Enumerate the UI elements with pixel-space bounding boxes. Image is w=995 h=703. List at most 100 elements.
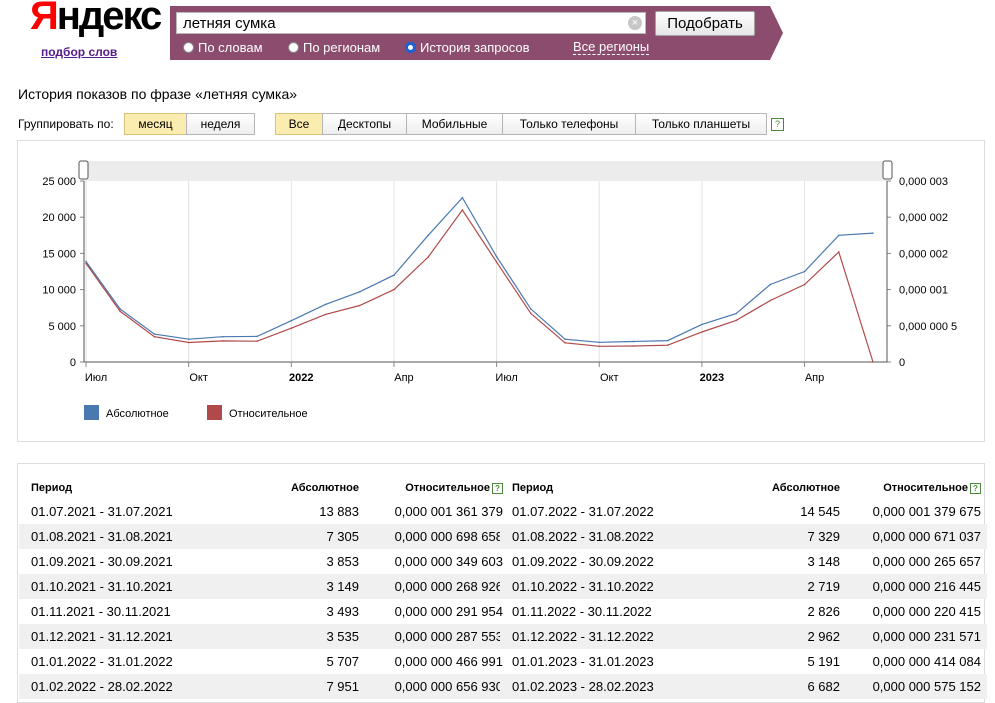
- radio-dot: [183, 42, 194, 53]
- cell-relative: 0,000 000 575 152: [872, 679, 981, 694]
- device-mobile-button[interactable]: Мобильные: [406, 113, 503, 135]
- data-point-relative: [461, 209, 464, 211]
- header-period[interactable]: Период: [500, 477, 710, 499]
- header-period[interactable]: Период: [19, 477, 229, 499]
- y-right-tick-label: 0,000 000 5: [899, 321, 957, 333]
- cell-absolute: 2 719: [807, 579, 840, 594]
- y-left-tick-label: 5 000: [48, 321, 76, 333]
- table-row: 01.02.2022 - 28.02.2022 7 951 0,000 000 65…: [19, 674, 509, 699]
- table-row: 01.07.2021 - 31.07.2021 13 883 0,000 001 3…: [19, 499, 509, 524]
- data-point-absolute: [222, 335, 224, 338]
- data-point-absolute: [598, 341, 601, 344]
- device-desktop-button[interactable]: Десктопы: [322, 113, 407, 135]
- x-tick-label: Июл: [495, 372, 517, 384]
- data-point-absolute: [393, 274, 395, 276]
- data-point-relative: [837, 251, 840, 253]
- data-point-relative: [187, 341, 190, 344]
- cell-relative: 0,000 000 231 571: [872, 629, 981, 644]
- yandex-logo[interactable]: Яндекс: [30, 0, 162, 38]
- data-point-relative: [666, 344, 669, 347]
- table-row: 01.02.2023 - 28.02.2023 6 682 0,000 000 57…: [500, 674, 987, 699]
- x-tick-label: Апр: [805, 372, 824, 384]
- group-week-button[interactable]: неделя: [186, 113, 255, 135]
- header-absolute[interactable]: Абсолютное: [710, 477, 840, 499]
- data-point-absolute: [872, 232, 874, 234]
- radio-dot-selected: [405, 42, 416, 53]
- cell-relative: 0,000 000 466 991: [394, 654, 503, 669]
- cell-relative: 0,000 000 656 930: [394, 679, 503, 694]
- range-navigator[interactable]: [84, 161, 887, 181]
- range-handle-right[interactable]: [882, 160, 893, 180]
- y-left-tick-label: 25 000: [42, 176, 76, 188]
- range-handle-left[interactable]: [78, 160, 89, 180]
- cell-period: 01.09.2022 - 30.09.2022: [512, 554, 654, 569]
- header-absolute[interactable]: Абсолютное: [229, 477, 359, 499]
- data-point-relative: [769, 299, 772, 302]
- header-relative[interactable]: Относительное?: [359, 477, 509, 499]
- data-point-absolute: [461, 196, 464, 199]
- radio-history[interactable]: История запросов: [405, 40, 530, 55]
- cell-relative: 0,000 000 265 657: [872, 554, 981, 569]
- y-right-tick-label: 0,000 002: [899, 212, 948, 224]
- data-point-absolute: [153, 333, 156, 335]
- table-row: 01.08.2022 - 31.08.2022 7 329 0,000 000 67…: [500, 524, 987, 549]
- table-row: 01.07.2022 - 31.07.2022 14 545 0,000 001 3…: [500, 499, 987, 524]
- device-all-button[interactable]: Все: [275, 113, 323, 135]
- x-tick-label: 2023: [700, 372, 724, 384]
- data-point-relative: [495, 261, 498, 263]
- cell-absolute: 7 951: [326, 679, 359, 694]
- submit-button[interactable]: Подобрать: [655, 11, 755, 36]
- cell-absolute: 3 493: [326, 604, 359, 619]
- cell-relative: 0,000 000 216 445: [872, 579, 981, 594]
- cell-period: 01.02.2023 - 28.02.2023: [512, 679, 654, 694]
- wordstat-link[interactable]: подбор слов: [41, 45, 117, 59]
- search-input[interactable]: летняя сумка: [176, 12, 646, 34]
- cell-relative: 0,000 000 220 415: [872, 604, 981, 619]
- y-right-tick-label: 0: [899, 357, 905, 369]
- series-line-relative: [85, 208, 874, 363]
- cell-absolute: 3 149: [326, 579, 359, 594]
- header-relative-label: Относительное: [883, 482, 968, 494]
- all-regions-link[interactable]: Все регионы: [573, 40, 650, 55]
- table-row: 01.01.2023 - 31.01.2023 5 191 0,000 000 41…: [500, 649, 987, 674]
- legend-label: Относительное: [229, 408, 308, 420]
- data-point-relative: [290, 327, 293, 329]
- table-row: 01.12.2021 - 31.12.2021 3 535 0,000 000 28…: [19, 624, 509, 649]
- help-icon[interactable]: ?: [970, 482, 981, 494]
- table-row: 01.12.2022 - 31.12.2022 2 962 0,000 000 23…: [500, 624, 987, 649]
- device-tablets-button[interactable]: Только планшеты: [635, 113, 767, 135]
- cell-absolute: 5 191: [807, 654, 840, 669]
- legend-swatch: [84, 405, 99, 420]
- cell-period: 01.02.2022 - 28.02.2022: [31, 679, 173, 694]
- cell-absolute: 7 329: [807, 529, 840, 544]
- data-point-relative: [324, 313, 327, 316]
- data-point-relative: [393, 288, 395, 291]
- data-point-absolute: [701, 323, 703, 326]
- cell-period: 01.10.2021 - 31.10.2021: [31, 579, 173, 594]
- y-left-tick-label: 10 000: [42, 285, 76, 297]
- header-relative[interactable]: Относительное?: [840, 477, 987, 499]
- radio-by-words[interactable]: По словам: [183, 40, 263, 55]
- cell-period: 01.12.2021 - 31.12.2021: [31, 629, 173, 644]
- data-point-absolute: [187, 338, 190, 341]
- x-tick-label: Июл: [85, 372, 107, 384]
- data-point-relative: [598, 345, 601, 348]
- y-left-tick-label: 20 000: [42, 212, 76, 224]
- cell-relative: 0,000 000 414 084: [872, 654, 981, 669]
- data-point-relative: [256, 340, 258, 342]
- help-icon[interactable]: ?: [771, 118, 784, 131]
- data-point-relative: [427, 256, 429, 258]
- x-tick-label: Апр: [394, 372, 413, 384]
- cell-period: 01.08.2021 - 31.08.2021: [31, 529, 173, 544]
- clear-icon[interactable]: ×: [628, 16, 642, 30]
- cell-period: 01.11.2022 - 30.11.2022: [512, 604, 652, 619]
- device-phones-button[interactable]: Только телефоны: [502, 113, 636, 135]
- radio-by-regions[interactable]: По регионам: [288, 40, 380, 55]
- cell-period: 01.08.2022 - 31.08.2022: [512, 529, 654, 544]
- y-left-tick-label: 15 000: [42, 248, 76, 260]
- table-row: 01.10.2022 - 31.10.2022 2 719 0,000 000 21…: [500, 574, 987, 599]
- radio-label: По словам: [198, 40, 263, 55]
- x-tick-label: 2022: [289, 372, 313, 384]
- group-month-button[interactable]: месяц: [124, 113, 187, 135]
- data-point-absolute: [666, 339, 669, 342]
